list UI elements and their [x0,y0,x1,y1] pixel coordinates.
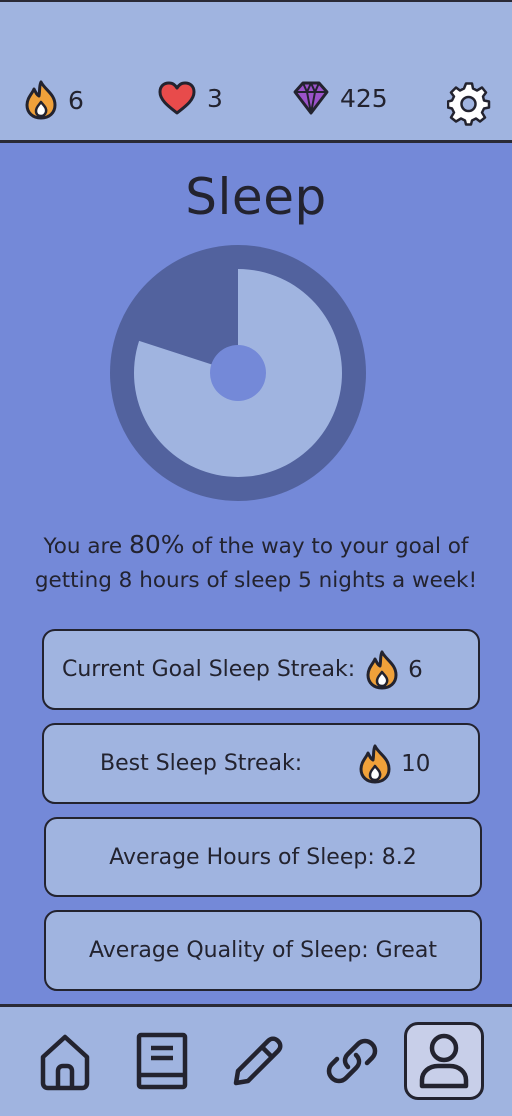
avg-quality-label: Average Quality of Sleep: Great [89,938,437,963]
top-status-bar [0,0,512,143]
avg-hours-label: Average Hours of Sleep: 8.2 [109,844,417,870]
nav-log[interactable] [228,1026,288,1096]
avg-hours-card: Average Hours of Sleep: 8.2 [44,817,482,897]
fire-icon [366,650,398,689]
nav-profile[interactable] [404,1022,484,1100]
settings-button[interactable] [446,82,491,130]
progress-percent: 80% [128,530,185,559]
nav-home[interactable] [35,1026,95,1096]
sleep-progress-ring [110,245,366,501]
lives-count: 3 [207,83,223,113]
lives-counter[interactable]: 3 [157,80,223,116]
streak-count: 6 [68,85,84,115]
page-title: Sleep [185,168,327,226]
nav-journal[interactable] [132,1026,192,1096]
heart-icon [158,81,196,115]
fire-icon [25,80,57,120]
gems-count: 425 [340,83,388,113]
profile-icon [419,1033,469,1089]
avg-quality-card: Average Quality of Sleep: Great [44,910,482,991]
current-streak-label: Current Goal Sleep Streak: [62,657,356,682]
fire-icon [359,744,391,783]
current-streak-card: Current Goal Sleep Streak: 6 [42,629,480,710]
best-streak-label: Best Sleep Streak: [100,751,303,776]
message-middle: of the way to your goal of [184,534,469,559]
ring-center [210,345,266,401]
best-streak-card: Best Sleep Streak: 10 [42,723,480,804]
journal-icon [136,1032,188,1090]
gear-icon [446,82,491,126]
message-line-1: You are 80% of the way to your goal of [0,528,512,564]
link-icon [326,1038,378,1084]
streak-counter[interactable]: 6 [24,80,84,120]
pencil-icon [233,1036,283,1086]
gems-counter[interactable]: 425 [292,80,388,116]
message-prefix: You are [43,534,129,559]
home-icon [40,1034,90,1091]
message-line-2: getting 8 hours of sleep 5 nights a week… [34,568,478,593]
nav-connect[interactable] [322,1026,382,1096]
current-streak-value: 6 [408,656,423,683]
best-streak-value: 10 [401,750,431,777]
progress-message: You are 80% of the way to your goal of g… [0,528,512,598]
gem-icon [293,81,329,115]
